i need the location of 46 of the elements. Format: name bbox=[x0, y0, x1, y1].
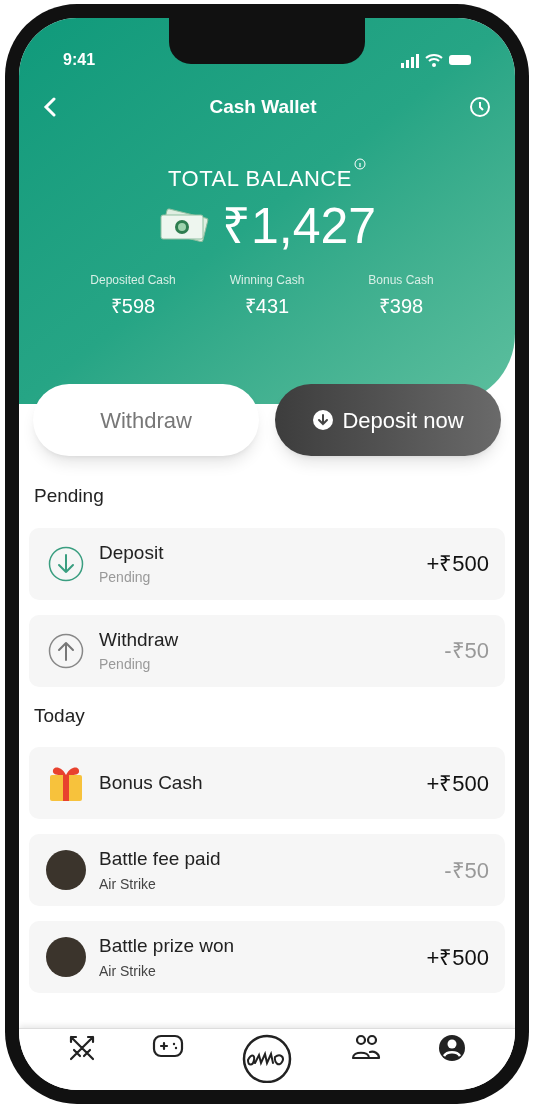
transaction-amount: +₹500 bbox=[426, 550, 489, 578]
clock-icon[interactable] bbox=[469, 96, 491, 118]
transaction-subtitle: Pending bbox=[99, 655, 152, 675]
withdraw-button[interactable]: Withdraw bbox=[33, 384, 259, 456]
deposit-button[interactable]: Deposit now bbox=[275, 384, 501, 456]
screen-title: Cash Wallet bbox=[209, 94, 317, 119]
transaction-card[interactable]: Battle prize won Air Strike +₹500 bbox=[29, 921, 505, 993]
transaction-amount: +₹500 bbox=[426, 769, 489, 798]
transaction-title: Battle prize won bbox=[99, 934, 236, 959]
cash-type-label: Bonus Cash bbox=[368, 272, 434, 289]
battery-icon bbox=[449, 55, 471, 65]
arrow-up-circle-icon bbox=[48, 632, 84, 669]
profile-icon[interactable] bbox=[437, 1033, 468, 1063]
game-avatar-photo bbox=[46, 937, 86, 977]
section-heading: Today bbox=[33, 703, 86, 728]
people-icon[interactable] bbox=[350, 1033, 383, 1061]
game-avatar-photo bbox=[46, 850, 86, 890]
transaction-title: Withdraw bbox=[99, 627, 180, 652]
arrow-down-circle-icon bbox=[48, 545, 84, 582]
back-chevron-icon[interactable] bbox=[43, 97, 57, 117]
download-circle-icon bbox=[312, 409, 335, 431]
cash-type-value: ₹398 bbox=[378, 294, 424, 319]
transaction-subtitle: Air Strike bbox=[99, 874, 157, 894]
cash-type-label: Winning Cash bbox=[229, 272, 305, 289]
transaction-card[interactable]: Withdraw Pending -₹50 bbox=[29, 614, 505, 687]
transaction-subtitle: Pending bbox=[99, 568, 152, 588]
transaction-amount: -₹50 bbox=[444, 637, 489, 665]
total-balance-amount: ₹1,427 bbox=[221, 201, 377, 251]
cash-type-label: Deposited Cash bbox=[90, 272, 176, 289]
transaction-title: Bonus Cash bbox=[99, 770, 204, 795]
transaction-card[interactable]: Bonus Cash +₹500 bbox=[29, 747, 505, 819]
transaction-title: Deposit bbox=[99, 540, 165, 565]
transaction-subtitle: Air Strike bbox=[99, 961, 157, 981]
status-time: 9:41 bbox=[63, 50, 96, 70]
wifi-icon bbox=[425, 53, 443, 67]
transaction-card[interactable]: Battle fee paid Air Strike -₹50 bbox=[29, 834, 505, 906]
section-heading: Pending bbox=[33, 484, 105, 508]
gamepad-icon[interactable] bbox=[151, 1033, 184, 1059]
signal-icon bbox=[401, 52, 419, 68]
transaction-amount: -₹50 bbox=[444, 856, 489, 885]
transaction-amount: +₹500 bbox=[426, 943, 489, 972]
cash-type-value: ₹431 bbox=[244, 294, 290, 319]
transaction-title: Battle fee paid bbox=[99, 847, 222, 872]
cash-type-value: ₹598 bbox=[110, 294, 156, 319]
transaction-card[interactable]: Deposit Pending +₹500 bbox=[29, 527, 505, 600]
total-balance-label: TOTAL BALANCE bbox=[168, 165, 352, 193]
